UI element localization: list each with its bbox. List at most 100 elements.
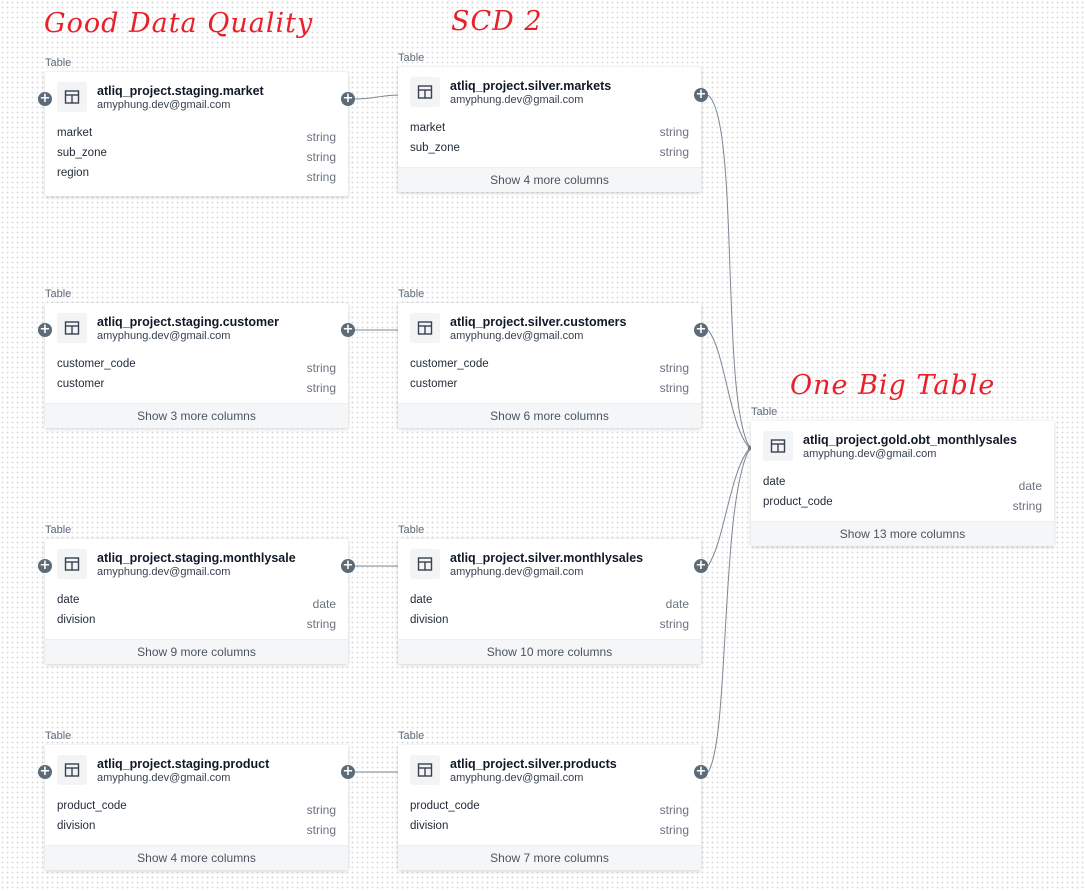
column-row: date date (763, 475, 1042, 495)
expand-downstream-button[interactable]: + (694, 559, 708, 573)
node-staging-customer[interactable]: Table atliq_project.staging.customer amy… (45, 288, 348, 428)
node-silver-customers[interactable]: Table atliq_project.silver.customers amy… (398, 288, 701, 428)
expand-downstream-button[interactable]: + (694, 88, 708, 102)
expand-upstream-button[interactable]: + (38, 559, 52, 573)
node-type-label: Table (751, 406, 778, 418)
column-type: string (659, 145, 689, 159)
column-type: string (306, 170, 336, 184)
expand-downstream-button[interactable]: + (341, 559, 355, 573)
show-more-columns-button[interactable]: Show 4 more columns (45, 845, 348, 870)
show-more-columns-button[interactable]: Show 7 more columns (398, 845, 701, 870)
column-row: division string (410, 613, 689, 633)
column-name: customer (410, 378, 458, 390)
column-row: customer_code string (57, 357, 336, 377)
edge-silver-customers-to-gold (707, 329, 751, 449)
node-owner: amyphung.dev@gmail.com (450, 94, 584, 106)
node-title[interactable]: atliq_project.silver.customers (450, 315, 626, 330)
table-icon (57, 313, 87, 343)
column-type: string (306, 381, 336, 395)
column-type: date (1018, 479, 1042, 493)
expand-downstream-button[interactable]: + (341, 765, 355, 779)
node-title[interactable]: atliq_project.silver.monthlysales (450, 551, 643, 566)
column-type: string (659, 361, 689, 375)
column-name: sub_zone (57, 147, 107, 159)
expand-downstream-button[interactable]: + (694, 765, 708, 779)
node-gold-obt-monthlysales[interactable]: Table atliq_project.gold.obt_monthlysale… (751, 406, 1054, 546)
column-row: sub_zone string (410, 141, 689, 161)
column-name: date (763, 476, 786, 488)
node-title[interactable]: atliq_project.staging.product (97, 757, 269, 772)
column-type: string (306, 361, 336, 375)
node-silver-markets[interactable]: Table atliq_project.silver.markets amyph… (398, 52, 701, 192)
column-row: sub_zone string (57, 146, 336, 166)
column-name: sub_zone (410, 142, 460, 154)
column-name: market (410, 122, 446, 134)
table-icon (410, 313, 440, 343)
node-silver-products[interactable]: Table atliq_project.silver.products amyp… (398, 730, 701, 870)
expand-upstream-button[interactable]: + (38, 765, 52, 779)
expand-upstream-button[interactable]: + (38, 92, 52, 106)
show-more-columns-button[interactable]: Show 6 more columns (398, 403, 701, 428)
node-title[interactable]: atliq_project.gold.obt_monthlysales (803, 433, 1017, 448)
node-owner: amyphung.dev@gmail.com (450, 772, 584, 784)
show-more-columns-button[interactable]: Show 4 more columns (398, 167, 701, 192)
show-more-columns-button[interactable]: Show 9 more columns (45, 639, 348, 664)
column-name: market (57, 127, 93, 139)
node-title[interactable]: atliq_project.staging.market (97, 84, 264, 99)
node-owner: amyphung.dev@gmail.com (97, 330, 231, 342)
column-name: product_code (763, 496, 833, 508)
node-owner: amyphung.dev@gmail.com (450, 566, 584, 578)
annotation-good-data-quality: Good Data Quality (44, 8, 314, 39)
edge-silver-products-to-gold (707, 447, 751, 773)
node-staging-product[interactable]: Table atliq_project.staging.product amyp… (45, 730, 348, 870)
column-type: string (1012, 499, 1042, 513)
node-type-label: Table (398, 730, 425, 742)
table-icon (410, 77, 440, 107)
expand-downstream-button[interactable]: + (341, 92, 355, 106)
column-row: product_code string (763, 495, 1042, 515)
node-silver-monthlysales[interactable]: Table atliq_project.silver.monthlysales … (398, 524, 701, 664)
column-type: string (306, 130, 336, 144)
column-name: date (57, 594, 80, 606)
edge-staging-market-to-silver-markets (354, 94, 401, 100)
column-row: market string (410, 121, 689, 141)
column-name: division (57, 614, 96, 626)
annotation-one-big-table: One Big Table (790, 370, 996, 401)
node-title[interactable]: atliq_project.staging.monthlysale (97, 551, 296, 566)
node-title[interactable]: atliq_project.silver.products (450, 757, 617, 772)
column-row: customer_code string (410, 357, 689, 377)
node-type-label: Table (45, 730, 72, 742)
node-owner: amyphung.dev@gmail.com (803, 448, 937, 460)
column-row: market string (57, 126, 336, 146)
column-type: date (312, 597, 336, 611)
show-more-columns-button[interactable]: Show 13 more columns (751, 521, 1054, 546)
node-title[interactable]: atliq_project.silver.markets (450, 79, 611, 94)
table-icon (57, 82, 87, 112)
node-staging-monthlysale[interactable]: Table atliq_project.staging.monthlysale … (45, 524, 348, 664)
column-type: string (306, 617, 336, 631)
column-type: string (306, 823, 336, 837)
node-owner: amyphung.dev@gmail.com (97, 566, 231, 578)
table-icon (410, 755, 440, 785)
column-row: customer string (410, 377, 689, 397)
column-type: string (659, 803, 689, 817)
column-row: division string (57, 819, 336, 839)
node-staging-market[interactable]: Table atliq_project.staging.market amyph… (45, 57, 348, 196)
column-row: product_code string (410, 799, 689, 819)
column-name: product_code (57, 800, 127, 812)
column-name: region (57, 167, 89, 179)
expand-upstream-button[interactable]: + (38, 323, 52, 337)
column-row: region string (57, 166, 336, 186)
annotation-scd2: SCD 2 (451, 6, 543, 37)
show-more-columns-button[interactable]: Show 3 more columns (45, 403, 348, 428)
table-icon (57, 549, 87, 579)
expand-downstream-button[interactable]: + (694, 323, 708, 337)
column-type: string (659, 125, 689, 139)
node-title[interactable]: atliq_project.staging.customer (97, 315, 279, 330)
column-type: string (306, 150, 336, 164)
expand-downstream-button[interactable]: + (341, 323, 355, 337)
show-more-columns-button[interactable]: Show 10 more columns (398, 639, 701, 664)
node-owner: amyphung.dev@gmail.com (97, 772, 231, 784)
column-name: division (410, 820, 449, 832)
column-name: customer (57, 378, 105, 390)
